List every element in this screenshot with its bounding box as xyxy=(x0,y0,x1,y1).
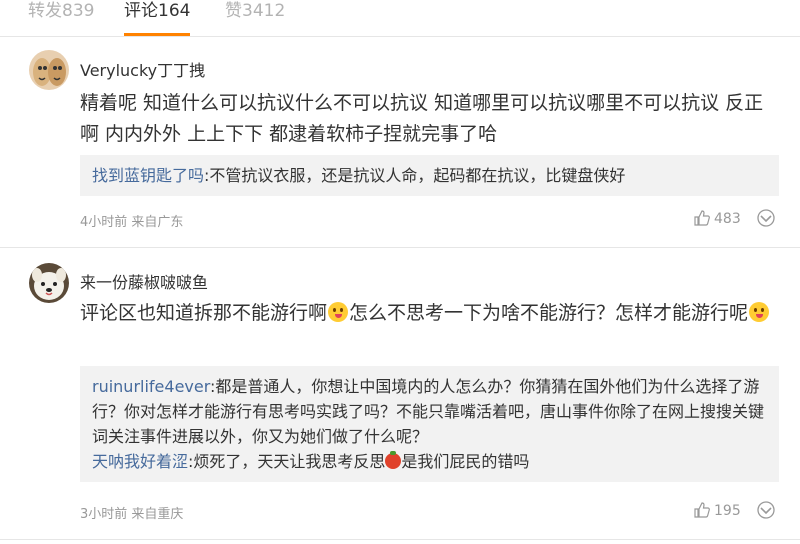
comment-meta: 3小时前 来自重庆 xyxy=(80,507,184,522)
reply-box: ruinurlife4ever:都是普通人，你想让中国境内的人怎么办？你猜猜在国… xyxy=(80,366,779,482)
comment-text-part: 怎么不思考一下为啥不能游行？怎样才能游行呢 xyxy=(349,302,749,324)
reply-username[interactable]: 天呐我好着涩 xyxy=(92,452,188,471)
reply-username[interactable]: 找到蓝钥匙了吗 xyxy=(92,166,204,185)
active-tab-indicator xyxy=(124,33,190,36)
comment-username[interactable]: Verylucky丁丁拽 xyxy=(80,57,205,81)
reply-box: 找到蓝钥匙了吗:不管抗议衣服，还是抗议人命，起码都在抗议，比键盘侠好 xyxy=(80,155,779,196)
avatar[interactable] xyxy=(29,263,69,303)
reply-username[interactable]: ruinurlife4ever xyxy=(92,377,210,396)
reply-item: 天呐我好着涩:烦死了，天天让我思考反思 是我们屁民的错吗 xyxy=(92,449,767,474)
thumb-up-icon xyxy=(694,502,710,518)
comment-text: 评论区也知道拆那不能游行啊 怎么不思考一下为啥不能游行？怎样才能游行呢 xyxy=(80,298,780,329)
tomato-emoji-icon xyxy=(385,451,402,469)
like-count: 483 xyxy=(714,211,741,227)
like-button[interactable]: 195 xyxy=(694,502,741,519)
avatar[interactable] xyxy=(29,50,69,90)
comment-text: 精着呢 知道什么可以抗议什么不可以抗议 知道哪里可以抗议哪里不可以抗议 反正啊 … xyxy=(80,92,764,145)
tongue-emoji-icon xyxy=(328,302,349,322)
grin-emoji-icon xyxy=(749,302,770,322)
comment-divider xyxy=(0,247,800,248)
reply-item: ruinurlife4ever:都是普通人，你想让中国境内的人怎么办？你猜猜在国… xyxy=(92,374,767,449)
tab-comments[interactable]: 评论164 xyxy=(124,0,190,22)
reply-text: :烦死了，天天让我思考反思 xyxy=(188,452,386,471)
comment-meta: 4小时前 来自广东 xyxy=(80,215,184,230)
tab-likes[interactable]: 赞3412 xyxy=(225,0,285,22)
tab-bar: 转发839 评论164 赞3412 xyxy=(0,0,800,37)
tab-reposts[interactable]: 转发839 xyxy=(28,0,94,22)
reply-text: :不管抗议衣服，还是抗议人命，起码都在抗议，比键盘侠好 xyxy=(204,166,626,185)
reply-text: 是我们屁民的错吗 xyxy=(401,452,530,471)
thumb-up-icon xyxy=(694,210,710,226)
comment-text-part: 评论区也知道拆那不能游行啊 xyxy=(80,302,328,324)
more-icon[interactable] xyxy=(757,501,775,519)
like-button[interactable]: 483 xyxy=(694,210,741,227)
comment-username[interactable]: 来一份藤椒啵啵鱼 xyxy=(80,269,208,293)
more-icon[interactable] xyxy=(757,209,775,227)
like-count: 195 xyxy=(714,503,741,519)
comment-divider xyxy=(0,539,800,540)
